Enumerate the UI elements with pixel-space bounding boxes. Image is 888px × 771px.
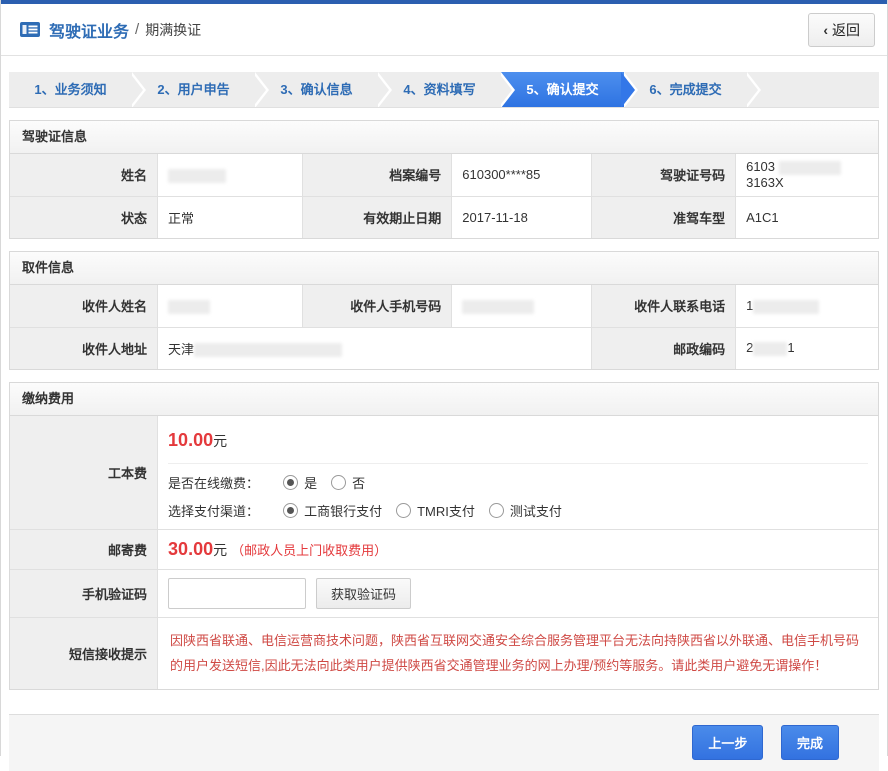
- work-fee-label: 工本费: [10, 416, 158, 530]
- name-value: [158, 154, 303, 196]
- recipient-name-label: 收件人姓名: [10, 285, 158, 327]
- breadcrumb-current: 期满换证: [145, 20, 201, 40]
- license-no-value: 6103 3163X: [736, 154, 878, 196]
- name-label: 姓名: [10, 154, 158, 196]
- pay-channel-label: 选择支付渠道：: [168, 501, 259, 520]
- channel-icbc-label[interactable]: 工商银行支付: [304, 501, 382, 520]
- sms-code-cell: 获取验证码: [158, 570, 878, 618]
- work-fee-amount: 10.00: [168, 430, 213, 450]
- step-5-confirm-submit[interactable]: 5、确认提交: [501, 72, 624, 107]
- table-row: 短信接收提示 因陕西省联通、电信运营商技术问题，陕西省互联网交通安全综合服务管理…: [10, 618, 878, 689]
- license-info-section: 驾驶证信息 姓名 档案编号 610300****85 驾驶证号码 6103 31…: [9, 120, 879, 239]
- online-pay-label: 是否在线缴费：: [168, 473, 259, 492]
- back-button[interactable]: ‹ 返回: [808, 13, 875, 47]
- redacted-license-no: [779, 161, 841, 175]
- channel-tmri-label[interactable]: TMRI支付: [417, 501, 475, 520]
- step-progress-bar: 1、业务须知 2、用户申告 3、确认信息 4、资料填写 5、确认提交 6、完成提…: [9, 72, 879, 108]
- sms-tip-text: 因陕西省联通、电信运营商技术问题，陕西省互联网交通安全综合服务管理平台无法向持陕…: [170, 628, 866, 679]
- recipient-mobile-label: 收件人手机号码: [303, 285, 452, 327]
- redacted-name: [168, 169, 226, 183]
- table-row: 手机验证码 获取验证码: [10, 570, 878, 618]
- sms-code-label: 手机验证码: [10, 570, 158, 618]
- address-value: 天津: [158, 327, 592, 369]
- status-value: 正常: [158, 196, 303, 238]
- license-card-icon: [19, 21, 41, 38]
- radio-online-pay-yes[interactable]: [283, 475, 298, 490]
- channel-test-label[interactable]: 测试支付: [510, 501, 562, 520]
- online-pay-yes-label[interactable]: 是: [304, 473, 317, 492]
- header: 驾驶证业务 / 期满换证 ‹ 返回: [1, 4, 887, 56]
- table-row: 收件人姓名 收件人手机号码 收件人联系电话 1: [10, 285, 878, 327]
- finish-button[interactable]: 完成: [781, 725, 839, 760]
- recipient-name-value: [158, 285, 303, 327]
- currency-unit: 元: [213, 433, 227, 449]
- class-label: 准驾车型: [592, 196, 736, 238]
- work-fee-cell: 10.00元 是否在线缴费： 是 否 选择支付渠道： 工商银行支付: [158, 416, 878, 530]
- work-fee-amount-line: 10.00元: [168, 416, 868, 464]
- expiry-value: 2017-11-18: [452, 196, 592, 238]
- pickup-section-title: 取件信息: [10, 252, 878, 285]
- redacted-mobile: [462, 300, 534, 314]
- pay-channel-row: 选择支付渠道： 工商银行支付 TMRI支付 测试支付: [168, 501, 868, 520]
- class-value: A1C1: [736, 196, 878, 238]
- sms-code-input[interactable]: [168, 578, 306, 609]
- license-no-label: 驾驶证号码: [592, 154, 736, 196]
- redacted-recipient-name: [168, 300, 210, 314]
- page: 驾驶证业务 / 期满换证 ‹ 返回 1、业务须知 2、用户申告 3、确认信息 4…: [0, 0, 888, 756]
- step-2-user-declaration[interactable]: 2、用户申告: [132, 72, 255, 107]
- license-info-table: 姓名 档案编号 610300****85 驾驶证号码 6103 3163X 状态…: [10, 154, 878, 238]
- recipient-mobile-value: [452, 285, 592, 327]
- table-row: 工本费 10.00元 是否在线缴费： 是 否 选择支付渠道：: [10, 416, 878, 530]
- radio-channel-test[interactable]: [489, 503, 504, 518]
- radio-online-pay-no[interactable]: [331, 475, 346, 490]
- get-code-button[interactable]: 获取验证码: [316, 578, 411, 609]
- postage-label: 邮寄费: [10, 530, 158, 570]
- recipient-tel-label: 收件人联系电话: [592, 285, 736, 327]
- online-pay-no-label[interactable]: 否: [352, 473, 365, 492]
- table-row: 状态 正常 有效期止日期 2017-11-18 准驾车型 A1C1: [10, 196, 878, 238]
- step-3-confirm-info[interactable]: 3、确认信息: [255, 72, 378, 107]
- redacted-address: [194, 343, 342, 357]
- fees-table: 工本费 10.00元 是否在线缴费： 是 否 选择支付渠道：: [10, 416, 878, 689]
- sms-tip-cell: 因陕西省联通、电信运营商技术问题，陕西省互联网交通安全综合服务管理平台无法向持陕…: [158, 618, 878, 689]
- postage-cell: 30.00元（邮政人员上门收取费用）: [158, 530, 878, 570]
- license-section-title: 驾驶证信息: [10, 121, 878, 154]
- status-label: 状态: [10, 196, 158, 238]
- fees-section-title: 缴纳费用: [10, 383, 878, 416]
- file-no-label: 档案编号: [303, 154, 452, 196]
- table-row: 收件人地址 天津 邮政编码 21: [10, 327, 878, 369]
- postcode-value: 21: [736, 327, 878, 369]
- page-title: 驾驶证业务: [49, 18, 129, 42]
- table-row: 邮寄费 30.00元（邮政人员上门收取费用）: [10, 530, 878, 570]
- sms-tip-label: 短信接收提示: [10, 618, 158, 689]
- footer-action-bar: 上一步 完成: [9, 715, 879, 771]
- back-chevron-icon: ‹: [823, 22, 828, 38]
- radio-channel-tmri[interactable]: [396, 503, 411, 518]
- expiry-label: 有效期止日期: [303, 196, 452, 238]
- online-pay-row: 是否在线缴费： 是 否: [168, 473, 868, 492]
- previous-step-button[interactable]: 上一步: [692, 725, 763, 760]
- address-label: 收件人地址: [10, 327, 158, 369]
- postage-note: （邮政人员上门收取费用）: [231, 543, 387, 558]
- fees-section: 缴纳费用 工本费 10.00元 是否在线缴费： 是 否: [9, 382, 879, 690]
- step-1-business-notice[interactable]: 1、业务须知: [9, 72, 132, 107]
- radio-channel-icbc[interactable]: [283, 503, 298, 518]
- pickup-info-section: 取件信息 收件人姓名 收件人手机号码 收件人联系电话 1 收件人地址 天津 邮政…: [9, 251, 879, 370]
- redacted-postcode: [753, 342, 787, 356]
- redacted-tel: [753, 300, 819, 314]
- postcode-label: 邮政编码: [592, 327, 736, 369]
- file-no-value: 610300****85: [452, 154, 592, 196]
- table-row: 姓名 档案编号 610300****85 驾驶证号码 6103 3163X: [10, 154, 878, 196]
- recipient-tel-value: 1: [736, 285, 878, 327]
- step-4-fill-data[interactable]: 4、资料填写: [378, 72, 501, 107]
- back-button-label: 返回: [832, 20, 860, 40]
- breadcrumb-separator: /: [135, 21, 139, 38]
- postage-amount: 30.00: [168, 539, 213, 559]
- pickup-info-table: 收件人姓名 收件人手机号码 收件人联系电话 1 收件人地址 天津 邮政编码 21: [10, 285, 878, 369]
- step-6-finish-submit[interactable]: 6、完成提交: [624, 72, 747, 107]
